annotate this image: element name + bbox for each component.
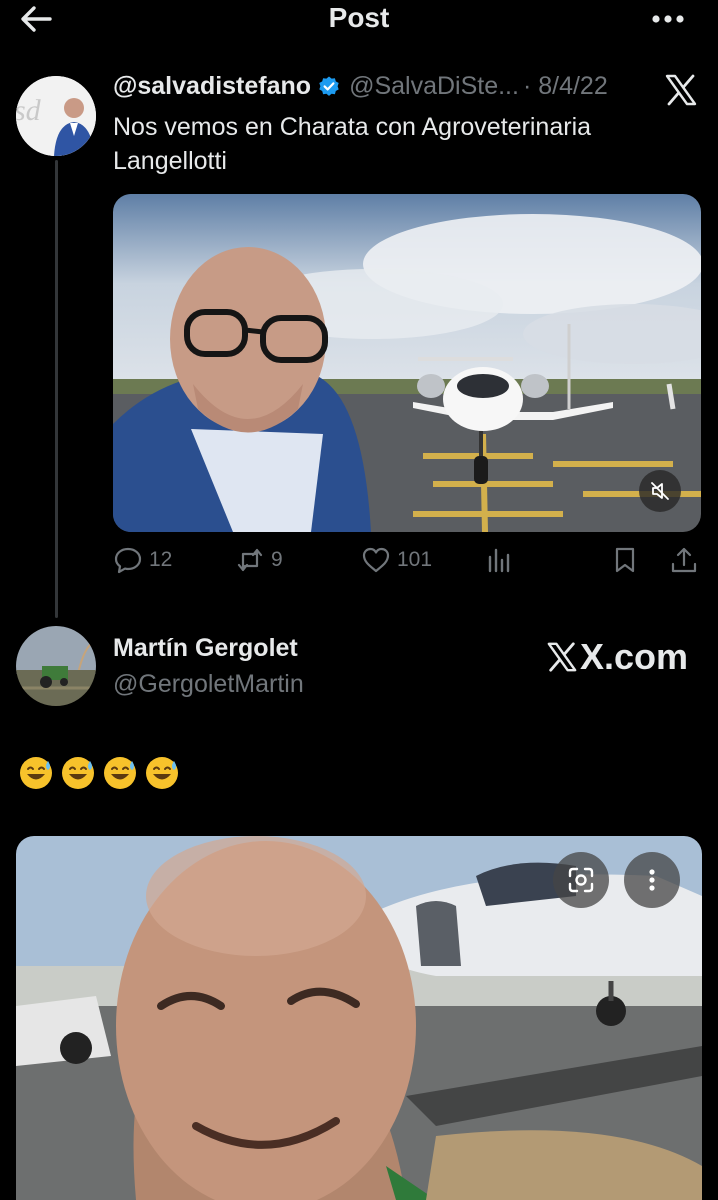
x-logo-button[interactable] bbox=[664, 74, 698, 106]
repost-count: 9 bbox=[271, 548, 283, 571]
views-button[interactable] bbox=[485, 545, 515, 575]
avatar-image bbox=[16, 626, 96, 706]
x-watermark: X.com bbox=[546, 636, 688, 678]
reply-button[interactable]: 12 bbox=[113, 545, 172, 575]
like-icon bbox=[362, 547, 390, 573]
share-icon bbox=[671, 547, 697, 573]
avatar[interactable] bbox=[16, 626, 96, 706]
emoji-sweat-smile-icon bbox=[146, 757, 178, 789]
repost-icon bbox=[237, 548, 263, 572]
image-more-button[interactable] bbox=[624, 852, 680, 908]
verified-badge-icon bbox=[319, 76, 339, 96]
reply-count: 12 bbox=[149, 548, 173, 571]
more-vertical-icon bbox=[649, 869, 655, 891]
thread-connector-line bbox=[55, 160, 58, 618]
bookmark-icon bbox=[615, 547, 635, 573]
reply-icon bbox=[114, 547, 142, 574]
more-options-button[interactable] bbox=[648, 4, 688, 34]
post-text: Nos vemos en Charata con Agroveterinaria… bbox=[113, 113, 592, 175]
top-bar: Post bbox=[0, 0, 718, 40]
emoji-sweat-smile-icon bbox=[104, 757, 136, 789]
more-icon bbox=[652, 15, 684, 23]
post-date[interactable]: · 8/4/22 bbox=[523, 72, 608, 101]
x-logo-icon bbox=[665, 74, 697, 106]
x-watermark-text: X.com bbox=[579, 636, 688, 677]
bookmark-button[interactable] bbox=[610, 545, 640, 575]
post-video[interactable] bbox=[113, 194, 701, 532]
emoji-sweat-smile-icon bbox=[20, 757, 52, 789]
mute-button[interactable] bbox=[639, 470, 681, 512]
author-name[interactable]: Martín Gergolet bbox=[113, 634, 298, 663]
lens-icon bbox=[568, 867, 594, 893]
reply-text: 😅😅😅😅 bbox=[18, 755, 180, 791]
like-button[interactable]: 101 bbox=[361, 545, 432, 575]
avatar[interactable]: sd bbox=[16, 76, 96, 156]
emoji-sweat-smile-icon bbox=[62, 757, 94, 789]
page-title: Post bbox=[328, 2, 390, 33]
share-button[interactable] bbox=[669, 545, 699, 575]
reply-image[interactable] bbox=[16, 836, 702, 1200]
mute-icon bbox=[651, 482, 669, 500]
author-name[interactable]: @salvadistefano bbox=[113, 72, 311, 101]
video-frame bbox=[113, 194, 701, 532]
lens-button[interactable] bbox=[553, 852, 609, 908]
reply-text-value: 😅😅😅😅 bbox=[18, 755, 19, 756]
x-logo-icon bbox=[547, 642, 577, 672]
avatar-image: sd bbox=[16, 76, 96, 156]
views-icon bbox=[488, 548, 510, 573]
post-actions: 12 9 101 bbox=[113, 545, 703, 585]
author-handle[interactable]: @SalvaDiSte... bbox=[349, 72, 519, 101]
author-handle[interactable]: @GergoletMartin bbox=[113, 670, 304, 699]
repost-button[interactable]: 9 bbox=[235, 545, 283, 575]
like-count: 101 bbox=[397, 548, 433, 571]
post-header: @salvadistefano @SalvaDiSte... · 8/4/22 bbox=[113, 72, 608, 101]
svg-text:sd: sd bbox=[16, 94, 42, 127]
